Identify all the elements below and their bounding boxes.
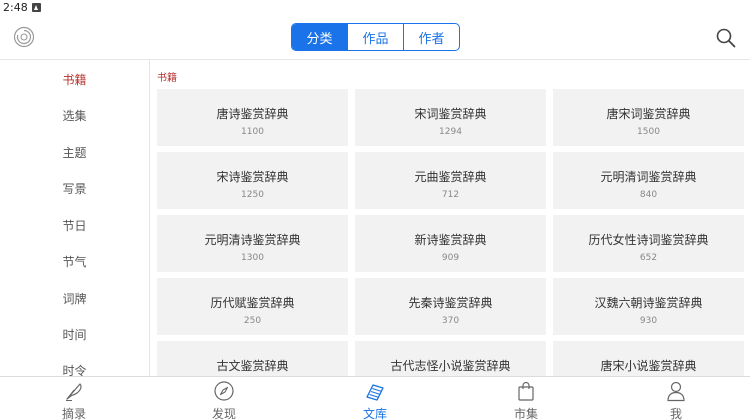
book-title: 宋词鉴赏辞典 xyxy=(414,107,487,121)
nav-label: 发现 xyxy=(211,407,236,420)
book-grid-panel: 书籍 唐诗鉴赏辞典 1100 宋词鉴赏辞典 1294 唐宋词鉴赏辞典 1500 … xyxy=(150,60,750,376)
book-title: 元明清词鉴赏辞典 xyxy=(600,170,697,184)
book-title: 唐宋词鉴赏辞典 xyxy=(606,107,691,121)
book-card[interactable]: 古文鉴赏辞典 xyxy=(157,341,348,376)
category-segmented-control: 分类 作品 作者 xyxy=(291,23,460,51)
app-logo-icon[interactable] xyxy=(13,26,35,48)
book-title: 先秦诗鉴赏辞典 xyxy=(408,296,493,310)
book-card[interactable]: 唐宋小说鉴赏辞典 xyxy=(553,341,744,376)
book-card[interactable]: 新诗鉴赏辞典 909 xyxy=(355,215,546,272)
quill-pen-icon xyxy=(66,383,82,401)
person-icon xyxy=(667,381,685,402)
book-count: 250 xyxy=(243,316,262,326)
status-bar: 2:48 xyxy=(0,0,750,16)
book-card[interactable]: 历代赋鉴赏辞典 250 xyxy=(157,278,348,335)
book-card[interactable]: 元明清词鉴赏辞典 840 xyxy=(553,152,744,209)
book-card[interactable]: 元明清诗鉴赏辞典 1300 xyxy=(157,215,348,272)
section-title: 书籍 xyxy=(157,73,177,84)
book-count: 1100 xyxy=(241,127,264,137)
sidebar-item-solar-term[interactable]: 节气 xyxy=(0,253,149,270)
book-count: 652 xyxy=(639,253,658,263)
book-title: 新诗鉴赏辞典 xyxy=(414,233,487,247)
book-card[interactable]: 历代女性诗词鉴赏辞典 652 xyxy=(553,215,744,272)
nav-label: 文库 xyxy=(362,407,387,420)
nav-label: 市集 xyxy=(513,407,538,420)
book-title: 历代女性诗词鉴赏辞典 xyxy=(588,233,709,247)
sidebar-item-festival[interactable]: 节日 xyxy=(0,217,149,234)
book-count: 1300 xyxy=(241,253,264,263)
books-icon xyxy=(366,384,384,401)
tab-authors[interactable]: 作者 xyxy=(404,24,459,50)
nav-item-market[interactable]: 市集 xyxy=(496,377,556,420)
sidebar-item-time[interactable]: 时间 xyxy=(0,326,149,343)
book-title: 元曲鉴赏辞典 xyxy=(414,170,487,184)
book-count: 909 xyxy=(441,253,460,263)
book-card[interactable]: 先秦诗鉴赏辞典 370 xyxy=(355,278,546,335)
top-header: 分类 作品 作者 xyxy=(0,16,750,60)
book-card[interactable]: 古代志怪小说鉴赏辞典 xyxy=(355,341,546,376)
book-card[interactable]: 唐宋词鉴赏辞典 1500 xyxy=(553,89,744,146)
book-card[interactable]: 宋诗鉴赏辞典 1250 xyxy=(157,152,348,209)
sidebar-item-season[interactable]: 时令 xyxy=(0,362,149,376)
nav-item-discover[interactable]: 发现 xyxy=(194,377,254,420)
nav-label: 我 xyxy=(669,407,682,420)
sidebar-item-books[interactable]: 书籍 xyxy=(0,71,149,88)
book-count: 840 xyxy=(639,190,658,200)
book-count: 1250 xyxy=(241,190,264,200)
book-title: 古代志怪小说鉴赏辞典 xyxy=(390,359,511,373)
book-card[interactable]: 元曲鉴赏辞典 712 xyxy=(355,152,546,209)
book-card[interactable]: 宋词鉴赏辞典 1294 xyxy=(355,89,546,146)
sidebar-item-cipai[interactable]: 词牌 xyxy=(0,290,149,307)
status-time: 2:48 xyxy=(3,1,28,14)
sidebar-item-anthology[interactable]: 选集 xyxy=(0,107,149,124)
bottom-nav: 摘录 发现 文库 市集 我 xyxy=(0,376,750,420)
book-count: 370 xyxy=(441,316,460,326)
shopping-bag-icon xyxy=(518,381,534,401)
category-sidebar: 书籍 选集 主题 写景 节日 节气 词牌 时间 时令 xyxy=(0,60,150,376)
tab-category[interactable]: 分类 xyxy=(292,24,348,50)
nav-item-excerpts[interactable]: 摘录 xyxy=(44,377,104,420)
book-title: 宋诗鉴赏辞典 xyxy=(216,170,289,184)
nav-item-me[interactable]: 我 xyxy=(646,377,706,420)
nav-item-library[interactable]: 文库 xyxy=(345,377,405,420)
book-title: 汉魏六朝诗鉴赏辞典 xyxy=(594,296,703,310)
book-count: 712 xyxy=(441,190,460,200)
book-title: 唐诗鉴赏辞典 xyxy=(216,107,289,121)
book-title: 元明清诗鉴赏辞典 xyxy=(204,233,301,247)
book-card[interactable]: 汉魏六朝诗鉴赏辞典 930 xyxy=(553,278,744,335)
book-title: 历代赋鉴赏辞典 xyxy=(210,296,295,310)
book-card[interactable]: 唐诗鉴赏辞典 1100 xyxy=(157,89,348,146)
book-title: 唐宋小说鉴赏辞典 xyxy=(600,359,697,373)
book-count: 1294 xyxy=(439,127,462,137)
search-icon[interactable] xyxy=(715,27,737,49)
book-count: 930 xyxy=(639,316,658,326)
compass-icon xyxy=(214,381,234,401)
sidebar-item-theme[interactable]: 主题 xyxy=(0,144,149,161)
book-count: 1500 xyxy=(637,127,660,137)
sidebar-item-scenery[interactable]: 写景 xyxy=(0,180,149,197)
book-title: 古文鉴赏辞典 xyxy=(216,359,289,373)
tab-works[interactable]: 作品 xyxy=(348,24,404,50)
notification-icon xyxy=(32,3,41,12)
app-root: 2:48 分类 作品 作者 书籍 选集 主题 写景 节日 节气 词牌 时间 时令 xyxy=(0,0,750,420)
nav-label: 摘录 xyxy=(61,407,86,420)
